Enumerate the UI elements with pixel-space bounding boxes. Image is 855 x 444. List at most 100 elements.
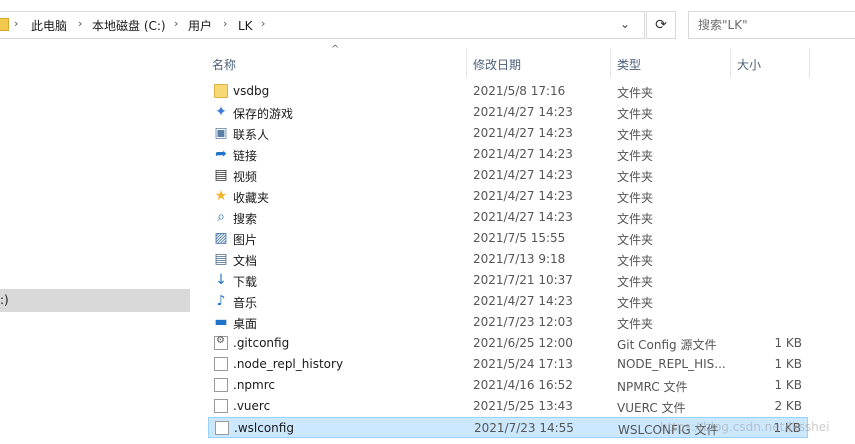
file-modified-date: 2021/4/27 14:23 <box>473 189 573 203</box>
breadcrumb-users[interactable]: 用户 <box>188 18 212 34</box>
file-type: 文件夹 <box>617 191 654 205</box>
file-row[interactable]: ▤ 文档 2021/7/13 9:18 文件夹 <box>208 249 808 270</box>
file-modified-date: 2021/5/8 17:16 <box>473 84 566 98</box>
file-row[interactable]: ⌕ 搜索 2021/4/27 14:23 文件夹 <box>208 207 808 228</box>
file-type: 文件夹 <box>617 212 654 226</box>
favorites-icon: ★ <box>214 188 228 204</box>
file-name: 文档 <box>233 254 258 268</box>
file-modified-date: 2021/4/27 14:23 <box>473 147 573 161</box>
nav-item-label: :) <box>0 293 9 307</box>
file-row[interactable]: .vuerc 2021/5/25 13:43 VUERC 文件 2 KB <box>208 396 808 417</box>
file-row[interactable]: ♪ 音乐 2021/4/27 14:23 文件夹 <box>208 291 808 312</box>
nav-item-selected[interactable]: :) <box>0 289 190 312</box>
file-type: Git Config 源文件 <box>617 338 717 352</box>
file-modified-date: 2021/4/27 14:23 <box>473 126 573 140</box>
file-name: .npmrc <box>233 378 275 392</box>
file-modified-date: 2021/4/27 14:23 <box>473 105 573 119</box>
file-size: 1 KB <box>774 378 802 392</box>
file-name: 视频 <box>233 170 258 184</box>
file-type: 文件夹 <box>617 170 654 184</box>
documents-icon: ▤ <box>214 251 228 267</box>
column-header-name[interactable]: 名称 <box>212 56 236 73</box>
file-row[interactable]: ➦ 链接 2021/4/27 14:23 文件夹 <box>208 144 808 165</box>
file-name: 搜索 <box>233 212 258 226</box>
file-modified-date: 2021/4/16 16:52 <box>473 378 573 392</box>
file-name: 保存的游戏 <box>233 107 294 121</box>
file-row[interactable]: ★ 收藏夹 2021/4/27 14:23 文件夹 <box>208 186 808 207</box>
file-row[interactable]: ✦ 保存的游戏 2021/4/27 14:23 文件夹 <box>208 102 808 123</box>
breadcrumb-separator[interactable]: › <box>78 17 82 30</box>
file-type: VUERC 文件 <box>617 401 686 415</box>
file-type: 文件夹 <box>617 128 654 142</box>
file-modified-date: 2021/7/23 14:55 <box>474 421 574 435</box>
file-icon <box>215 421 229 435</box>
file-row[interactable]: ↓ 下载 2021/7/21 10:37 文件夹 <box>208 270 808 291</box>
file-type: 文件夹 <box>617 107 654 121</box>
contacts-icon: ▣ <box>214 125 228 141</box>
refresh-icon[interactable]: ⟳ <box>646 11 676 39</box>
breadcrumb-this-pc[interactable]: 此电脑 <box>31 18 67 34</box>
videos-icon: ▤ <box>214 167 228 183</box>
file-modified-date: 2021/7/13 9:18 <box>473 252 566 266</box>
file-modified-date: 2021/4/27 14:23 <box>473 210 573 224</box>
file-type: 文件夹 <box>617 275 654 289</box>
column-header-size[interactable]: 大小 <box>737 56 761 73</box>
file-name: 下载 <box>233 275 258 289</box>
file-name: 联系人 <box>233 128 270 142</box>
file-icon <box>214 357 228 371</box>
column-header-type[interactable]: 类型 <box>617 56 641 73</box>
file-type: 文件夹 <box>617 86 654 100</box>
file-name: 图片 <box>233 233 258 247</box>
file-icon <box>214 399 228 413</box>
file-row[interactable]: .node_repl_history 2021/5/24 17:13 NODE_RE… <box>208 354 808 375</box>
file-name: .wslconfig <box>234 421 294 435</box>
file-row[interactable]: .npmrc 2021/4/16 16:52 NPMRC 文件 1 KB <box>208 375 808 396</box>
file-type: 文件夹 <box>617 233 654 247</box>
config-file-icon <box>214 335 228 350</box>
desktop-icon: ▬ <box>214 314 228 330</box>
breadcrumb-separator[interactable]: › <box>14 17 18 30</box>
music-icon: ♪ <box>216 293 226 309</box>
sort-ascending-icon: ^ <box>331 44 340 55</box>
file-row[interactable]: ▨ 图片 2021/7/5 15:55 文件夹 <box>208 228 808 249</box>
breadcrumb-separator[interactable]: › <box>174 17 178 30</box>
pictures-icon: ▨ <box>214 230 228 246</box>
file-row[interactable]: ▤ 视频 2021/4/27 14:23 文件夹 <box>208 165 808 186</box>
saved-games-icon: ✦ <box>215 104 227 120</box>
breadcrumb-local-disk[interactable]: 本地磁盘 (C:) <box>92 18 166 34</box>
column-header-date[interactable]: 修改日期 <box>473 56 521 73</box>
file-row[interactable]: .gitconfig 2021/6/25 12:00 Git Config 源文件 1… <box>208 333 808 354</box>
file-row[interactable]: ▣ 联系人 2021/4/27 14:23 文件夹 <box>208 123 808 144</box>
file-size: 1 KB <box>774 357 802 371</box>
file-modified-date: 2021/7/21 10:37 <box>473 273 573 287</box>
address-dropdown-icon[interactable]: ⌄ <box>620 17 630 31</box>
breadcrumb-lk[interactable]: LK <box>238 18 253 34</box>
address-bar[interactable]: › 此电脑 › 本地磁盘 (C:) › 用户 › LK › ⌄ <box>0 11 645 39</box>
file-type: 文件夹 <box>617 254 654 268</box>
file-type: 文件夹 <box>617 296 654 310</box>
links-icon: ➦ <box>215 146 227 162</box>
file-size: 1 KB <box>774 336 802 350</box>
breadcrumb-separator[interactable]: › <box>261 17 265 30</box>
search-input[interactable]: 搜索"LK" <box>688 11 855 39</box>
file-name: 链接 <box>233 149 258 163</box>
file-icon <box>214 378 228 392</box>
watermark: https://blog.csdn.net/lksshei <box>660 420 830 434</box>
file-row[interactable]: ▬ 桌面 2021/7/23 12:03 文件夹 <box>208 312 808 333</box>
file-modified-date: 2021/5/24 17:13 <box>473 357 573 371</box>
file-type: 文件夹 <box>617 149 654 163</box>
folder-icon <box>214 84 228 98</box>
folder-icon <box>0 18 9 31</box>
file-modified-date: 2021/4/27 14:23 <box>473 294 573 308</box>
file-row[interactable]: vsdbg 2021/5/8 17:16 文件夹 <box>208 81 808 102</box>
file-type: 文件夹 <box>617 317 654 331</box>
file-type: NODE_REPL_HIS... <box>617 357 726 371</box>
file-modified-date: 2021/6/25 12:00 <box>473 336 573 350</box>
file-type: NPMRC 文件 <box>617 380 688 394</box>
searches-icon: ⌕ <box>217 209 225 225</box>
column-divider[interactable] <box>809 48 810 78</box>
file-name: vsdbg <box>233 84 270 98</box>
breadcrumb-separator[interactable]: › <box>223 17 227 30</box>
file-modified-date: 2021/7/5 15:55 <box>473 231 566 245</box>
file-name: 收藏夹 <box>233 191 270 205</box>
